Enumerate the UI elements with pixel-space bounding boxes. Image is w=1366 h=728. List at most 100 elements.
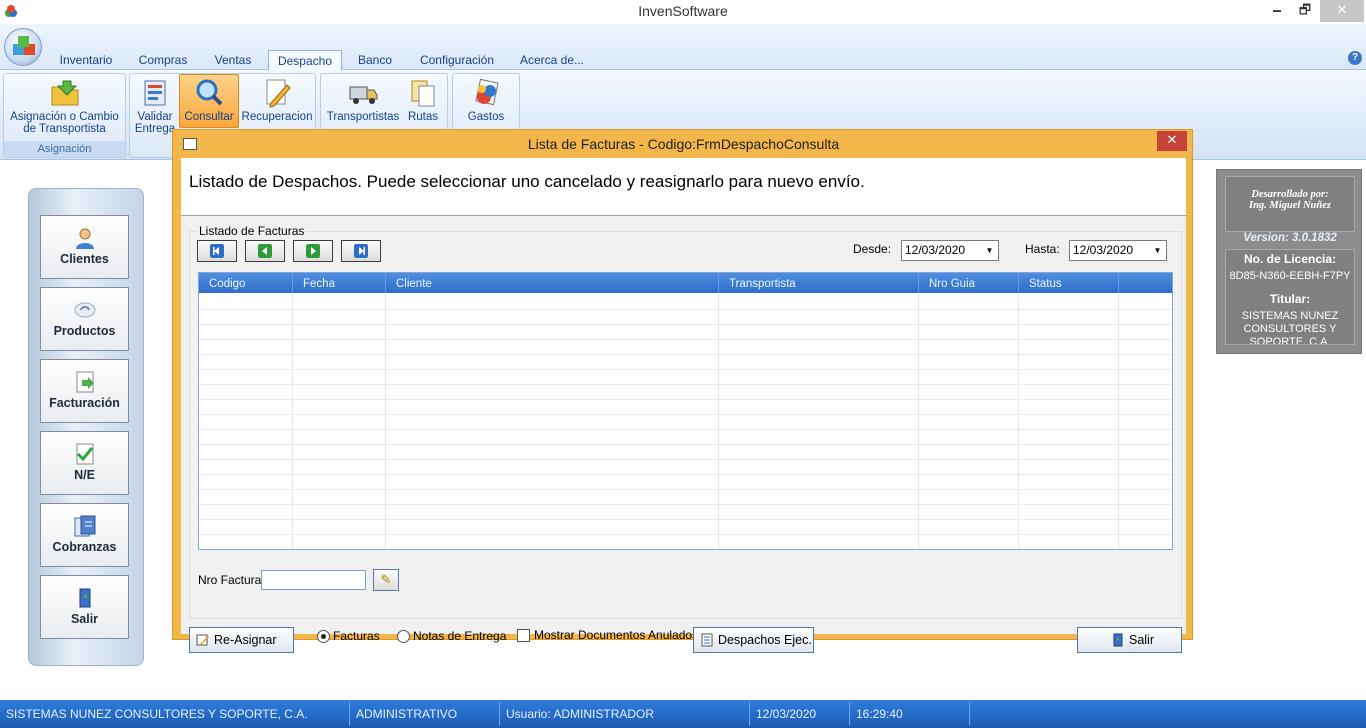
sidebar-item-facturacion[interactable]: Facturación [40, 359, 129, 423]
dialog-client-area: Listado de Despachos. Puede seleccionar … [181, 158, 1186, 653]
validar-entrega-button[interactable]: Validar Entrega [132, 75, 178, 135]
facturas-grid[interactable]: Codigo Fecha Cliente Transportista Nro G… [198, 272, 1173, 550]
magnifier-icon [196, 79, 223, 106]
despachos-label: Despachos Ejec. [718, 633, 812, 647]
grid-column-divider [1118, 293, 1119, 549]
recuperacion-button[interactable]: Recuperacion [240, 75, 314, 130]
dropdown-arrow-icon[interactable]: ▼ [982, 242, 997, 259]
sidebar-item-clientes[interactable]: Clientes [40, 215, 129, 279]
consultar-button[interactable]: Consultar [179, 74, 239, 128]
previous-icon [258, 244, 272, 258]
sidebar-item-label: Cobranzas [52, 540, 117, 554]
asignacion-cambio-transportista-button[interactable]: Asignación o Cambio de Transportista [5, 75, 124, 135]
reasignar-label: Re-Asignar [214, 633, 277, 647]
sidebar-item-label: Clientes [60, 252, 109, 266]
minimize-button[interactable]: 🗕 [1264, 0, 1290, 22]
developer-label: Desarrollado por: [1251, 189, 1329, 200]
first-icon [210, 244, 224, 258]
product-icon [74, 302, 95, 318]
grid-row-line [199, 489, 1172, 490]
next-record-button[interactable] [293, 240, 333, 262]
grid-row-line [199, 339, 1172, 340]
column-header-cliente[interactable]: Cliente [386, 273, 719, 293]
last-record-button[interactable] [341, 240, 381, 262]
license-title: No. de Licencia: [1243, 252, 1337, 266]
tab-configuracion[interactable]: Configuración [410, 50, 504, 70]
status-company: SISTEMAS NUNEZ CONSULTORES Y SOPORTE, C.… [0, 702, 350, 726]
sidebar-item-cobranzas[interactable]: Cobranzas [40, 503, 129, 567]
dropdown-arrow-icon[interactable]: ▼ [1150, 242, 1165, 259]
next-icon [306, 244, 320, 258]
developer-box: Desarrollado por: Ing. Miguel Nuñez [1225, 176, 1355, 232]
column-header-transportista[interactable]: Transportista [719, 273, 919, 293]
grid-row-line [199, 444, 1172, 445]
tab-ventas[interactable]: Ventas [204, 50, 262, 70]
column-header-nro-guia[interactable]: Nro Guia [919, 273, 1019, 293]
close-window-button[interactable]: ✕ [1320, 0, 1364, 22]
status-role: ADMINISTRATIVO [350, 702, 500, 726]
previous-record-button[interactable] [245, 240, 285, 262]
notas-entrega-radio[interactable] [397, 630, 410, 643]
grid-column-divider [1018, 293, 1019, 549]
dialog-salir-button[interactable]: Salir [1077, 627, 1182, 653]
hasta-date-picker[interactable]: 12/03/2020 ▼ [1069, 240, 1167, 261]
mostrar-anulados-checkbox[interactable] [517, 629, 530, 642]
column-header-fecha[interactable]: Fecha [293, 273, 386, 293]
reassign-icon [196, 634, 209, 646]
license-value: 8D85-N360-EEBH-F7PY [1229, 270, 1351, 282]
tab-despacho[interactable]: Despacho [268, 50, 342, 70]
transportistas-button[interactable]: Transportistas [324, 75, 402, 130]
title-bar: InvenSoftware 🗕 🗗 ✕ [0, 0, 1366, 24]
sidebar-item-ne[interactable]: N/E [40, 431, 129, 495]
dialog-close-button[interactable]: ✕ [1157, 131, 1187, 151]
status-user: Usuario: ADMINISTRADOR [500, 702, 750, 726]
last-icon [354, 244, 368, 258]
tab-acerca-de[interactable]: Acerca de... [514, 50, 590, 70]
transportistas-label: Transportistas [326, 111, 400, 123]
version-label: Version: 3.0.1832 [1243, 232, 1337, 244]
nro-factura-input[interactable] [261, 570, 366, 590]
first-record-button[interactable] [197, 240, 237, 262]
lista-facturas-dialog: Lista de Facturas - Codigo:FrmDespachoCo… [172, 129, 1193, 653]
exit-door-icon [1113, 633, 1123, 647]
column-header-status[interactable]: Status [1019, 273, 1119, 293]
validate-icon [144, 80, 166, 106]
grid-column-divider [292, 293, 293, 549]
gastos-button[interactable]: Gastos [456, 75, 516, 130]
notas-entrega-radio-label[interactable]: Notas de Entrega [413, 629, 506, 643]
app-menu-orb-button[interactable] [4, 28, 42, 66]
group-label-asignacion: Asignación [4, 141, 125, 157]
grid-header: Codigo Fecha Cliente Transportista Nro G… [199, 273, 1172, 293]
nro-factura-label: Nro Factura: [198, 573, 265, 587]
consultar-label: Consultar [184, 111, 234, 123]
help-icon[interactable]: ? [1348, 51, 1362, 65]
facturas-radio-label[interactable]: Facturas [333, 629, 380, 643]
collections-icon [74, 515, 95, 537]
search-factura-button[interactable]: ✎ [373, 569, 399, 591]
column-header-codigo[interactable]: Codigo [199, 273, 293, 293]
tab-compras[interactable]: Compras [130, 50, 196, 70]
grid-row-line [199, 324, 1172, 325]
mostrar-anulados-label[interactable]: Mostrar Documentos Anulados [534, 628, 698, 642]
reasignar-button[interactable]: Re-Asignar [189, 627, 294, 653]
sidebar-item-salir[interactable]: Salir [40, 575, 129, 639]
folder-arrow-icon [51, 80, 78, 106]
grid-column-divider [718, 293, 719, 549]
expenses-icon [475, 78, 499, 106]
groupbox-title: Listado de Facturas [197, 224, 307, 238]
sidebar-item-label: N/E [74, 468, 95, 482]
maximize-button[interactable]: 🗗 [1292, 0, 1318, 22]
tab-banco[interactable]: Banco [350, 50, 400, 70]
facturas-radio[interactable] [317, 630, 330, 643]
asignacion-label-line2: de Transportista [23, 123, 106, 135]
sidebar-item-productos[interactable]: Productos [40, 287, 129, 351]
dialog-title: Lista de Facturas - Codigo:FrmDespachoCo… [527, 136, 840, 152]
license-box: No. de Licencia: 8D85-N360-EEBH-F7PY Tit… [1225, 249, 1355, 345]
list-icon [701, 633, 713, 647]
desde-date-picker[interactable]: 12/03/2020 ▼ [901, 240, 999, 261]
tab-inventario[interactable]: Inventario [52, 50, 120, 70]
rutas-button[interactable]: Rutas [402, 75, 444, 130]
pencil-icon: ✎ [380, 572, 392, 587]
despachos-ejecutados-button[interactable]: Despachos Ejec. [693, 627, 814, 653]
invoice-icon [76, 371, 94, 393]
